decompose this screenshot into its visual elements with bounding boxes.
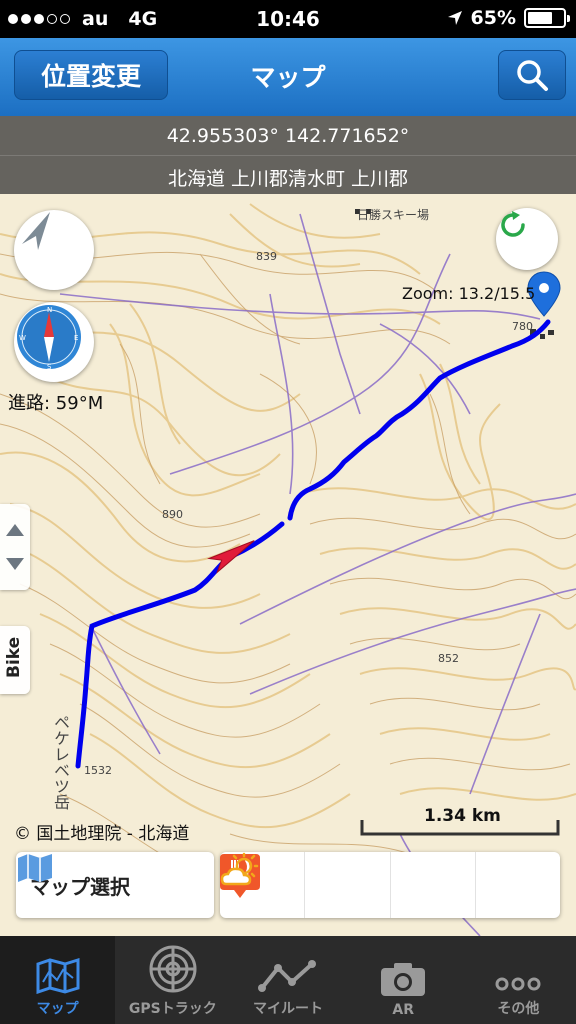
up-down-arrows-icon	[6, 524, 24, 570]
more-icon	[495, 977, 541, 991]
weather-button[interactable]	[220, 852, 560, 918]
compass-icon: N E S W	[17, 305, 81, 371]
address-text: 北海道 上川郡清水町 上川郡	[167, 168, 409, 190]
navigation-arrow-icon	[22, 212, 50, 250]
map-feature-label: 839	[256, 250, 277, 263]
navigation-bar: 位置変更 マップ	[0, 38, 576, 116]
tab-map[interactable]: マップ	[0, 936, 116, 1024]
panel-toggle-arrows[interactable]	[0, 504, 30, 590]
map-icon	[36, 958, 80, 994]
map-copyright: © 国土地理院 - 北海道	[14, 824, 190, 844]
divider	[0, 155, 576, 156]
add-button[interactable]	[222, 852, 389, 918]
tab-label: GPSトラック	[128, 1001, 217, 1017]
tab-ar[interactable]: AR	[346, 936, 461, 1024]
map-feature-label: ペケレベツ岳	[51, 714, 70, 810]
status-bar: au 4G 10:46 65%	[0, 0, 576, 38]
weather-icon	[220, 852, 259, 886]
location-info-bar: 42.955303° 142.771652° 北海道 上川郡清水町 上川郡	[0, 116, 576, 194]
route-icon	[258, 960, 316, 992]
restaurant-button[interactable]	[220, 852, 475, 918]
compass-button[interactable]: N E S W	[14, 302, 94, 382]
bike-mode-tab[interactable]: Bike	[0, 626, 30, 694]
location-arrow-icon	[447, 11, 462, 25]
svg-text:E: E	[74, 334, 78, 342]
svg-text:N: N	[47, 306, 52, 314]
battery-icon	[524, 8, 570, 28]
page-title: マップ	[250, 63, 326, 92]
battery-percent: 65%	[470, 7, 516, 29]
tab-label: その他	[497, 1001, 540, 1017]
tab-more[interactable]: その他	[461, 936, 576, 1024]
search-icon	[517, 60, 548, 91]
map-view[interactable]: 日勝スキー場 839 890 852 1532 ペケレベツ岳 780 N E S…	[0, 194, 576, 936]
map-feature-label: 890	[162, 508, 183, 521]
search-button[interactable]	[498, 50, 566, 100]
refresh-button[interactable]	[496, 208, 558, 270]
tab-gps-track[interactable]: GPSトラック	[115, 936, 230, 1024]
tab-bar: マップ GPSトラック マイルート AR その他	[0, 936, 576, 1024]
tab-label: マップ	[36, 1001, 79, 1017]
gps-track-line	[75, 319, 551, 769]
map-feature-label: 1532	[84, 764, 112, 777]
tab-my-route[interactable]: マイルート	[230, 936, 345, 1024]
heading-readout: 進路: 59°M	[8, 393, 104, 414]
tab-label: AR	[392, 1002, 415, 1018]
status-right: 65%	[447, 7, 570, 29]
camera-icon	[381, 963, 426, 996]
orientation-button[interactable]	[14, 210, 94, 290]
radar-icon	[149, 945, 197, 993]
map-icon	[18, 854, 52, 882]
tab-label: マイルート	[253, 1001, 323, 1017]
svg-text:S: S	[47, 363, 52, 371]
svg-text:W: W	[19, 334, 26, 342]
map-feature-label: 日勝スキー場	[357, 208, 430, 222]
map-select-button[interactable]: マップ選択	[16, 852, 214, 918]
zoom-level: Zoom: 13.2/15.5	[402, 284, 536, 303]
coordinates-text: 42.955303° 142.771652°	[166, 125, 410, 147]
map-feature-label: 780	[512, 320, 533, 333]
map-feature-label: 852	[438, 652, 459, 665]
map-toolbar	[220, 852, 560, 918]
bike-tab-label: Bike	[4, 636, 24, 678]
scale-bar	[360, 820, 560, 836]
refresh-icon	[501, 211, 525, 237]
